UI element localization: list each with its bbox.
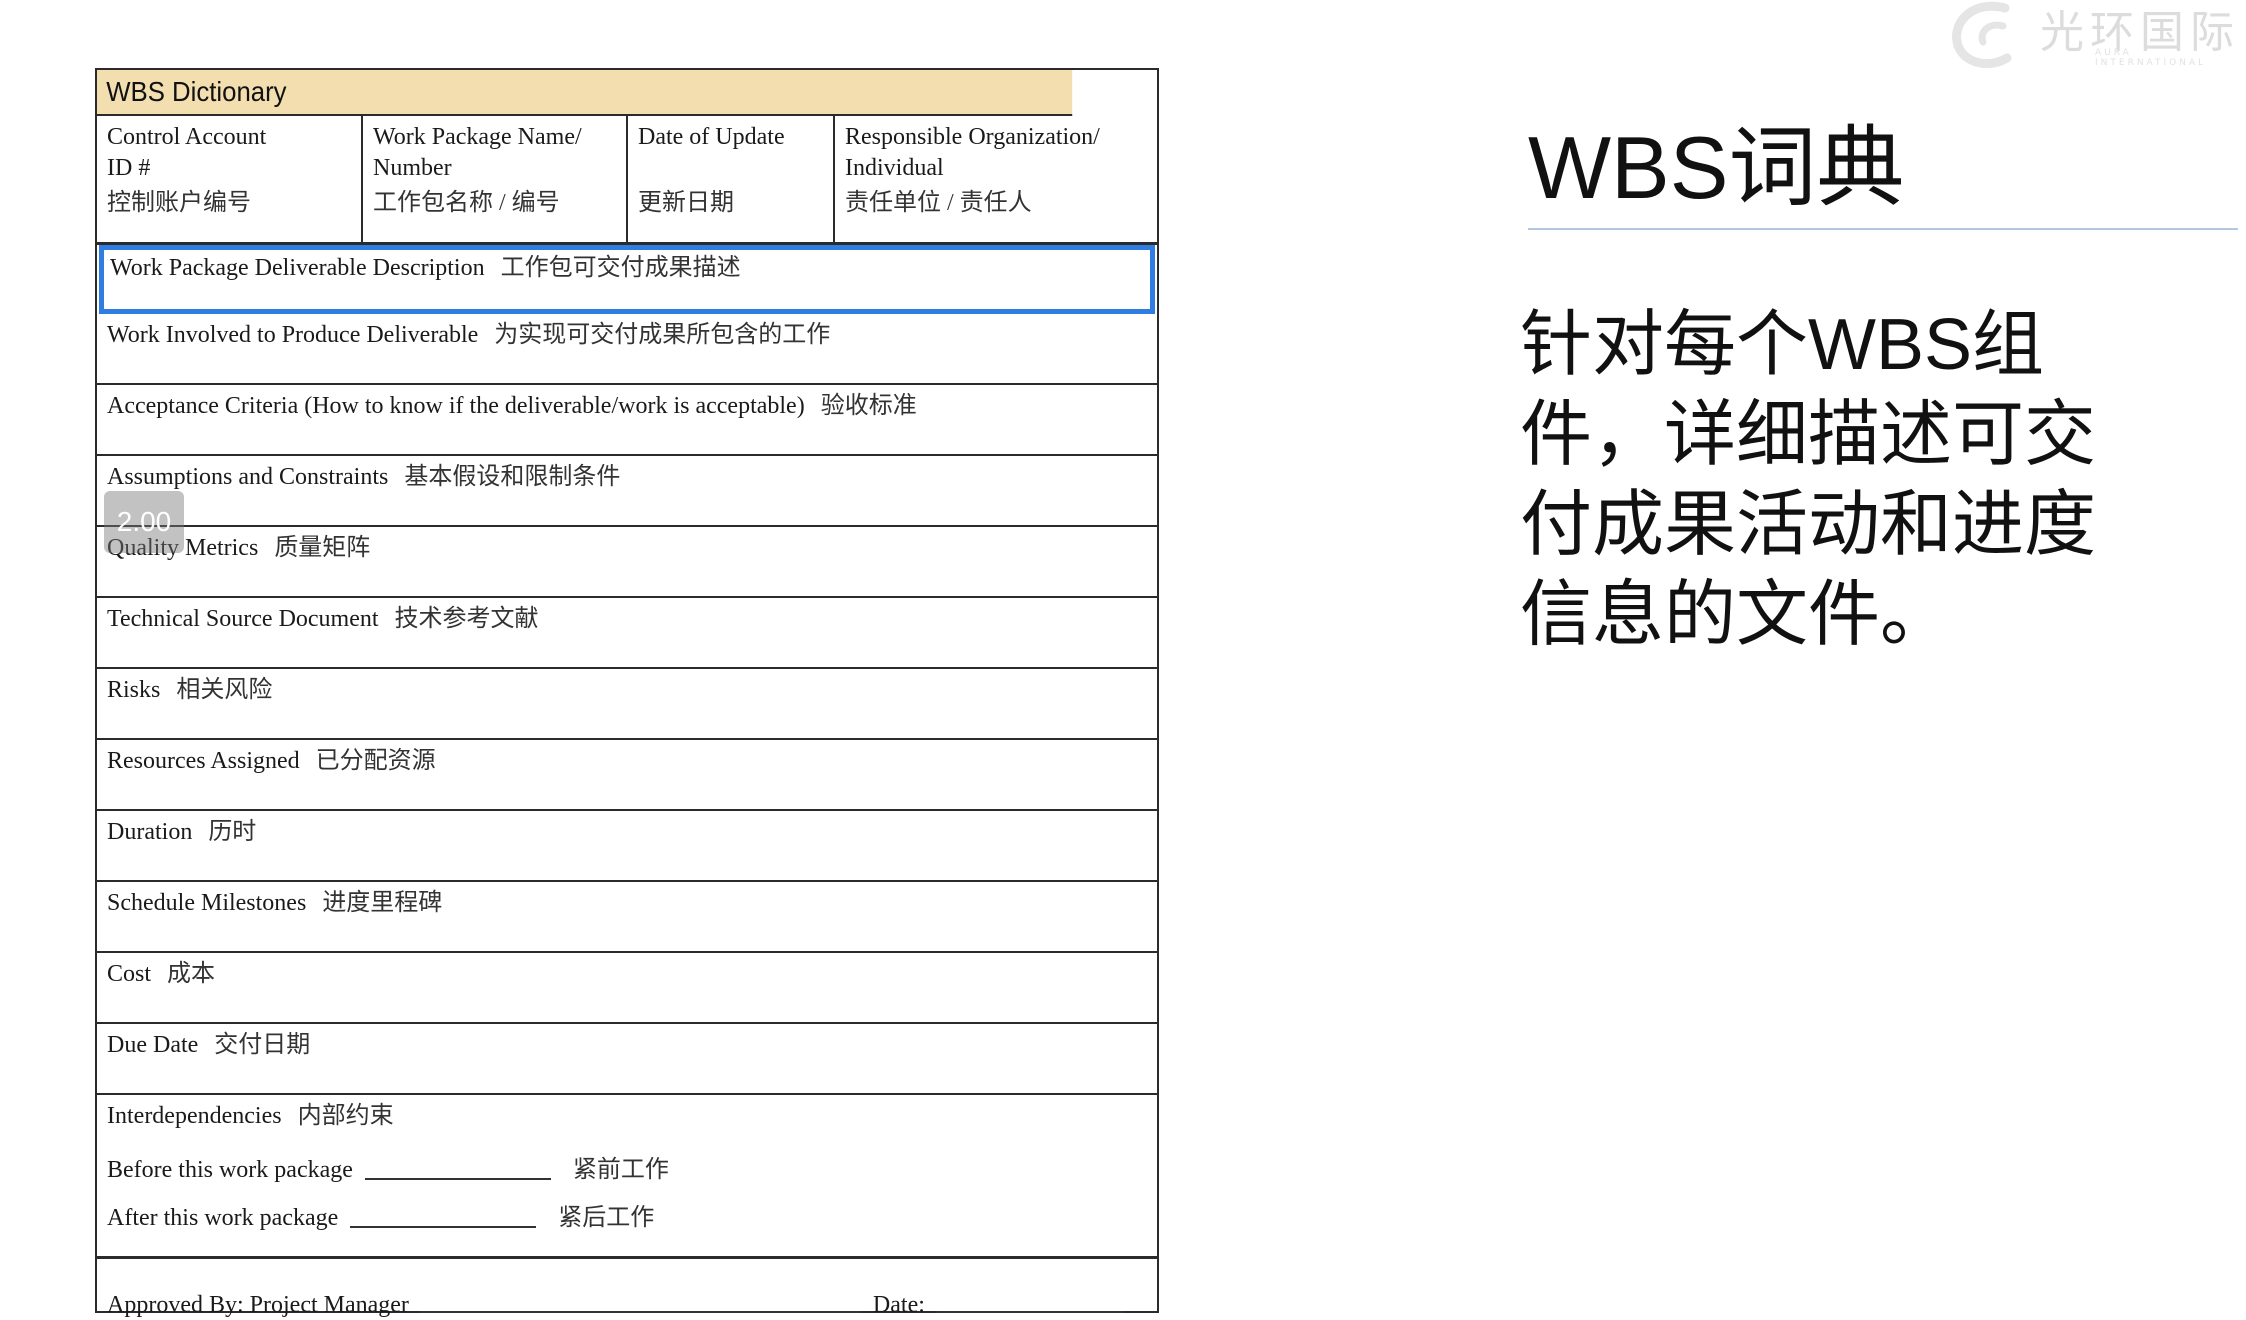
header-en: Work Package Name/ Number	[373, 124, 582, 181]
date-label: Date:	[872, 1292, 925, 1318]
header-control-account[interactable]: Control Account ID # 控制账户编号	[97, 116, 363, 242]
row-label-cn: 质量矩阵	[274, 535, 371, 561]
row-resources[interactable]: Resources Assigned 已分配资源	[97, 740, 1157, 811]
row-deliverable-description[interactable]: Work Package Deliverable Description 工作包可…	[99, 245, 1155, 314]
header-date-of-update[interactable]: Date of Update 更新日期	[628, 116, 835, 242]
row-work-involved[interactable]: Work Involved to Produce Deliverable 为实现可…	[97, 314, 1157, 385]
row-label-cn: 为实现可交付成果所包含的工作	[494, 322, 831, 348]
before-label-cn: 紧前工作	[572, 1157, 669, 1183]
row-label-cn: 技术参考文献	[394, 606, 539, 632]
row-acceptance-criteria[interactable]: Acceptance Criteria (How to know if the …	[97, 385, 1157, 456]
approval-row: Approved By: Project Manager Date:	[97, 1259, 1157, 1319]
approved-by-label: Approved By: Project Manager	[107, 1292, 409, 1318]
before-input-line[interactable]	[364, 1178, 551, 1180]
row-label-cn: 历时	[208, 819, 257, 845]
header-cn: 更新日期	[638, 190, 734, 216]
row-assumptions[interactable]: Assumptions and Constraints 基本假设和限制条件	[97, 456, 1157, 527]
row-label: Risks	[107, 677, 161, 703]
row-label-cn: 成本	[167, 961, 216, 987]
header-en: Date of Update	[638, 124, 785, 150]
row-label-cn: 相关风险	[176, 677, 273, 703]
header-cn: 控制账户编号	[107, 190, 251, 216]
slide-title: WBS词典	[1528, 118, 1905, 217]
row-label-cn: 基本假设和限制条件	[404, 464, 621, 490]
approved-by-line[interactable]	[420, 1311, 861, 1313]
row-schedule-milestones[interactable]: Schedule Milestones 进度里程碑	[97, 882, 1157, 953]
after-label-cn: 紧后工作	[558, 1205, 655, 1231]
row-label: Schedule Milestones	[107, 890, 307, 916]
row-label: Resources Assigned	[107, 748, 300, 774]
row-duration[interactable]: Duration 历时	[97, 811, 1157, 882]
logo-subtitle: AURA INTERNATIONAL	[2095, 48, 2207, 68]
title-divider	[1528, 228, 2238, 230]
row-label: Interdependencies	[107, 1103, 282, 1129]
row-cost[interactable]: Cost 成本	[97, 953, 1157, 1024]
slide-body-text: 针对每个WBS组件，详细描述可交付成果活动和进度信息的文件。	[1520, 305, 2097, 655]
date-line[interactable]	[936, 1311, 1123, 1313]
header-en: Responsible Organization/ Individual	[845, 124, 1100, 181]
header-cn: 工作包名称 / 编号	[373, 190, 560, 216]
row-label: Duration	[107, 819, 193, 845]
header-work-package-name[interactable]: Work Package Name/ Number 工作包名称 / 编号	[363, 116, 628, 242]
row-quality-metrics[interactable]: Quality Metrics 质量矩阵	[97, 527, 1157, 598]
row-label: Cost	[107, 961, 152, 987]
row-label: Technical Source Document	[107, 606, 379, 632]
logo-swirl-icon	[1952, 1, 2012, 69]
row-risks[interactable]: Risks 相关风险	[97, 669, 1157, 740]
playback-speed-badge[interactable]: 2.00	[104, 491, 184, 553]
after-work-package: After this work package 紧后工作	[107, 1202, 1157, 1234]
row-label-cn: 内部约束	[297, 1103, 394, 1129]
after-input-line[interactable]	[350, 1226, 537, 1228]
row-technical-source[interactable]: Technical Source Document 技术参考文献	[97, 598, 1157, 669]
row-due-date[interactable]: Due Date 交付日期	[97, 1024, 1157, 1095]
row-label: Work Involved to Produce Deliverable	[107, 322, 479, 348]
row-label-cn: 验收标准	[820, 393, 917, 419]
row-label-cn: 进度里程碑	[322, 890, 443, 916]
header-responsible-org[interactable]: Responsible Organization/ Individual 责任单…	[835, 116, 1157, 242]
row-label-cn: 交付日期	[214, 1032, 311, 1058]
row-interdependencies[interactable]: Interdependencies 内部约束 Before this work p…	[97, 1095, 1157, 1259]
before-label: Before this work package	[107, 1157, 353, 1183]
aura-logo: 光环国际 AURA INTERNATIONAL	[1945, 0, 2245, 70]
form-header-row: Control Account ID # 控制账户编号 Work Package…	[97, 116, 1157, 245]
row-label-cn: 工作包可交付成果描述	[500, 255, 741, 281]
row-label-cn: 已分配资源	[315, 748, 436, 774]
row-label: Acceptance Criteria (How to know if the …	[107, 393, 805, 419]
before-work-package: Before this work package 紧前工作	[107, 1154, 1157, 1186]
after-label: After this work package	[107, 1205, 339, 1231]
row-label: Due Date	[107, 1032, 199, 1058]
header-en: Control Account ID #	[107, 124, 267, 181]
row-label: Assumptions and Constraints	[107, 464, 389, 490]
wbs-dictionary-form: WBS Dictionary Control Account ID # 控制账户…	[95, 68, 1159, 1318]
form-title: WBS Dictionary	[97, 70, 1073, 116]
header-cn: 责任单位 / 责任人	[845, 190, 1032, 216]
row-label: Work Package Deliverable Description	[110, 255, 485, 281]
